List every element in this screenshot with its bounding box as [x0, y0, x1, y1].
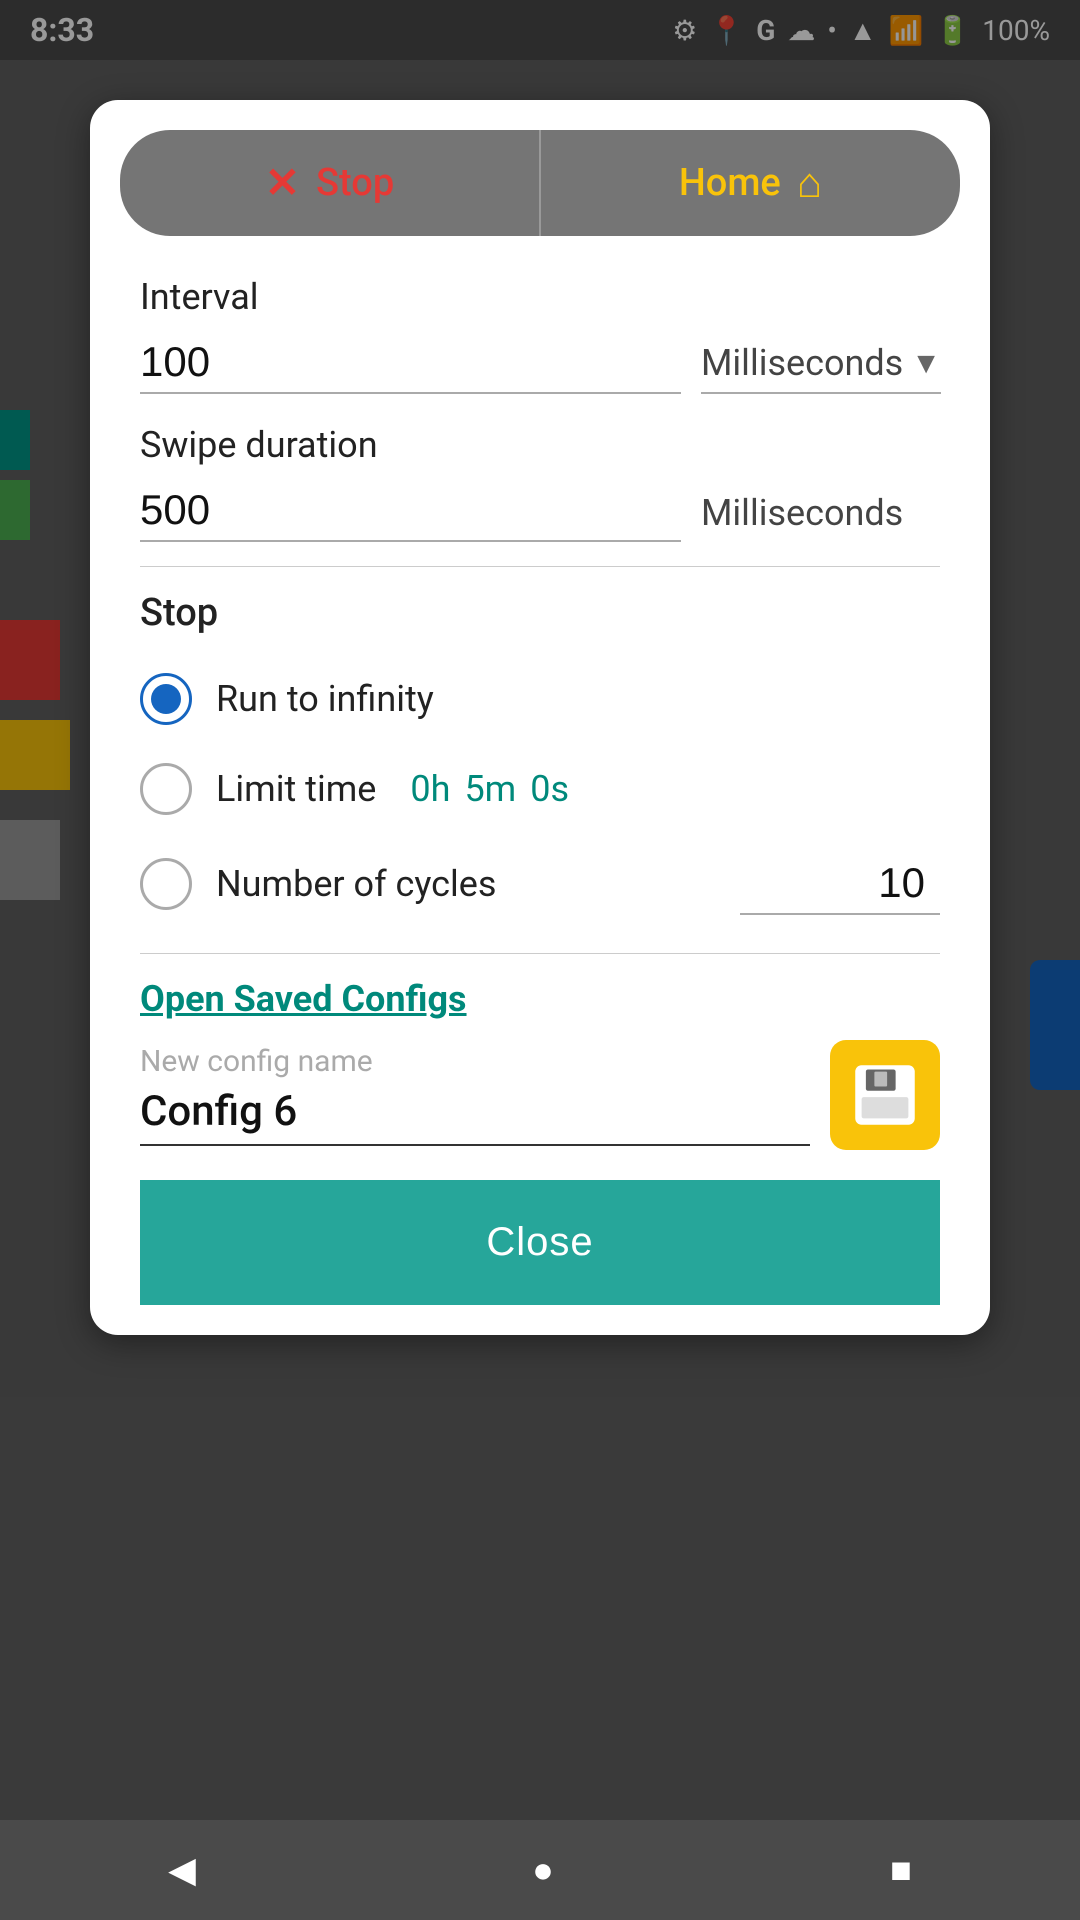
stop-section-label: Stop: [140, 591, 940, 635]
settings-dialog: ✕ Stop Home ⌂ Interval Milliseconds ▼: [90, 100, 990, 1335]
home-button[interactable]: Home ⌂: [541, 130, 960, 236]
radio-label-infinity: Run to infinity: [216, 678, 434, 720]
back-nav-button[interactable]: ◀: [168, 1849, 196, 1891]
cycles-value-input[interactable]: [740, 853, 940, 915]
floppy-disk-icon: [851, 1061, 919, 1129]
recent-nav-button[interactable]: ■: [890, 1849, 912, 1891]
radio-run-to-infinity[interactable]: Run to infinity: [140, 659, 940, 739]
config-name-section: New config name Config 6: [140, 1040, 940, 1150]
radio-circle-infinity[interactable]: [140, 673, 192, 725]
config-name-value[interactable]: Config 6: [140, 1087, 810, 1136]
radio-inner-infinity: [151, 684, 181, 714]
close-button[interactable]: Close: [140, 1180, 940, 1305]
config-name-hint: New config name: [140, 1044, 810, 1079]
swipe-duration-label: Swipe duration: [140, 424, 940, 466]
dropdown-arrow-icon: ▼: [911, 346, 941, 381]
interval-unit-dropdown[interactable]: Milliseconds ▼: [701, 342, 941, 394]
x-icon: ✕: [265, 158, 300, 208]
radio-limit-time[interactable]: Limit time 0h 5m 0s: [140, 749, 940, 829]
dialog-overlay: ✕ Stop Home ⌂ Interval Milliseconds ▼: [0, 0, 1080, 1920]
swipe-duration-input-row: Milliseconds: [140, 480, 940, 542]
radio-circle-cycles[interactable]: [140, 858, 192, 910]
home-nav-button[interactable]: ●: [532, 1849, 554, 1891]
stop-button[interactable]: ✕ Stop: [120, 130, 541, 236]
swipe-duration-unit: Milliseconds: [701, 492, 903, 542]
interval-value-input[interactable]: [140, 332, 681, 394]
interval-unit-label: Milliseconds: [701, 342, 903, 384]
swipe-duration-section: Swipe duration Milliseconds: [140, 424, 940, 542]
open-saved-configs-link[interactable]: Open Saved Configs: [140, 978, 940, 1020]
bottom-divider: [140, 953, 940, 954]
home-label: Home: [679, 161, 781, 205]
interval-input-row: Milliseconds ▼: [140, 332, 940, 394]
action-bar: ✕ Stop Home ⌂: [120, 130, 960, 236]
stop-radio-group: Run to infinity Limit time 0h 5m 0s: [140, 659, 940, 929]
interval-label: Interval: [140, 276, 940, 318]
config-name-left: New config name Config 6: [140, 1044, 810, 1146]
config-name-underline: [140, 1144, 810, 1146]
stop-label: Stop: [316, 161, 394, 205]
home-icon: ⌂: [797, 159, 822, 208]
dialog-body: Interval Milliseconds ▼ Swipe duration M…: [90, 256, 990, 1335]
section-divider: [140, 566, 940, 567]
stop-section: Stop Run to infinity Limit time: [140, 591, 940, 929]
radio-label-limit-time: Limit time: [216, 768, 376, 810]
bottom-nav: ◀ ● ■: [0, 1820, 1080, 1920]
radio-label-cycles: Number of cycles: [216, 863, 496, 905]
time-values: 0h 5m 0s: [410, 768, 569, 810]
save-config-button[interactable]: [830, 1040, 940, 1150]
time-minutes: 5m: [464, 768, 516, 810]
time-hours: 0h: [410, 768, 450, 810]
radio-number-of-cycles[interactable]: Number of cycles: [140, 839, 940, 929]
swipe-duration-input[interactable]: [140, 480, 681, 542]
time-seconds: 0s: [530, 768, 569, 810]
radio-circle-limit-time[interactable]: [140, 763, 192, 815]
interval-section: Interval Milliseconds ▼: [140, 276, 940, 394]
